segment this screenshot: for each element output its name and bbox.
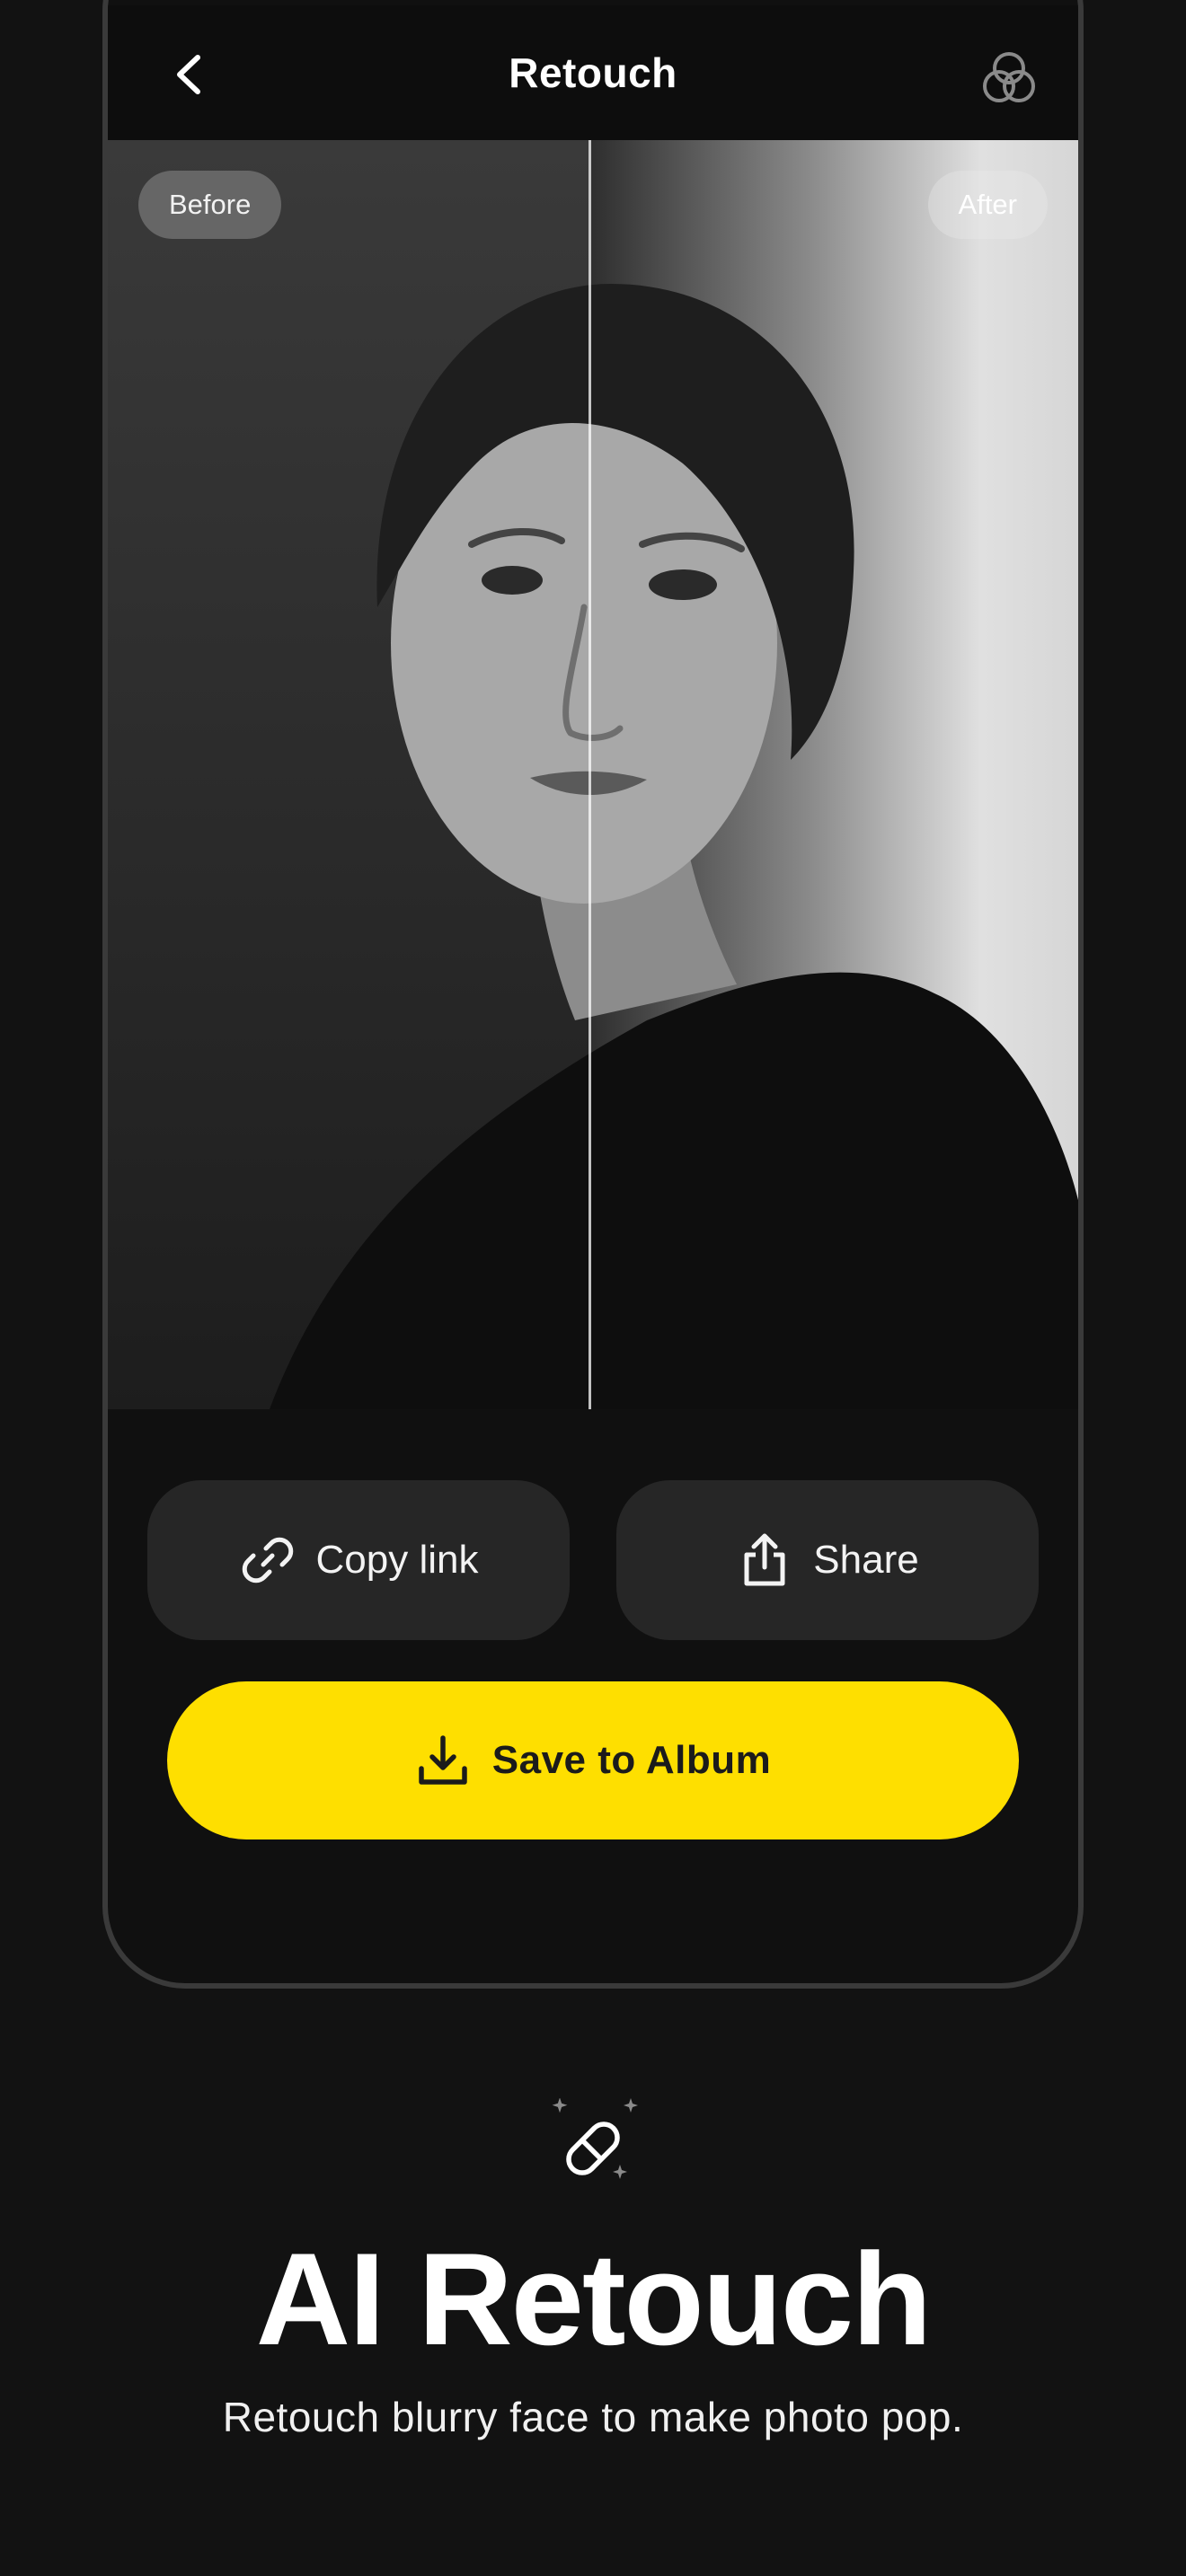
page-title: Retouch — [509, 49, 677, 96]
download-icon — [419, 1735, 467, 1785]
save-label: Save to Album — [491, 1738, 772, 1782]
share-button[interactable]: Share — [616, 1480, 1039, 1640]
phone-frame: Retouch Before After Copy link Share Sav… — [102, 0, 1084, 1989]
comparison-divider[interactable] — [589, 140, 591, 1409]
before-label: Before — [138, 171, 282, 239]
copy-link-label: Copy link — [315, 1538, 479, 1582]
after-label: After — [927, 171, 1048, 239]
filters-button[interactable] — [978, 47, 1040, 110]
share-icon — [744, 1533, 785, 1586]
top-nav-bar: Retouch — [108, 5, 1078, 140]
before-after-comparison[interactable]: Before After — [108, 140, 1078, 1409]
secondary-actions: Copy link Share — [147, 1480, 1039, 1640]
copy-link-button[interactable]: Copy link — [147, 1480, 570, 1640]
feature-title: AI Retouch — [255, 2226, 933, 2372]
overlapping-circles-icon — [983, 52, 1035, 102]
portrait-image — [270, 284, 1078, 1409]
magic-eraser-icon — [552, 2098, 638, 2179]
share-label: Share — [813, 1538, 919, 1582]
save-to-album-button[interactable]: Save to Album — [167, 1681, 1019, 1839]
feature-subtitle: Retouch blurry face to make photo pop. — [222, 2394, 964, 2440]
link-icon — [242, 1537, 293, 1584]
